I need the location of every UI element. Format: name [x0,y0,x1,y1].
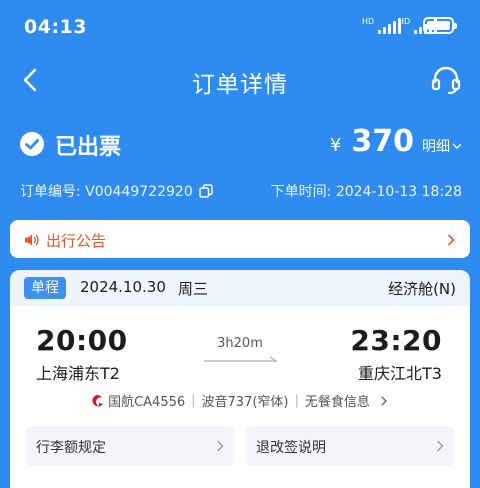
baggage-rules-label: 行李额规定 [36,440,106,456]
arrival-airport: 重庆江北T3 [358,364,442,383]
nav-bar: 订单详情 [0,56,480,104]
travel-notice-label: 出行公告 [46,232,107,250]
chevron-right-icon [381,395,387,406]
order-number-text: 订单编号: V00449722920 [20,184,193,200]
currency-symbol: ¥ [329,135,342,156]
price-detail-link[interactable]: 明细 [422,136,462,156]
meal-info: 无餐食信息 [304,395,370,410]
ticket-status: 已出票 [55,135,122,160]
chevron-down-icon [452,143,462,149]
chevron-right-icon [444,232,458,246]
flight-card-header: 单程 2024.10.30 周三 经济舱(N) [10,270,470,306]
flight-info-row[interactable]: 国航CA4556 | 波音737(窄体) | 无餐食信息 [10,391,470,410]
check-circle-icon [20,132,44,156]
baggage-rules-button[interactable]: 行李额规定 [26,426,234,466]
refund-change-rules-button[interactable]: 退改签说明 [246,426,454,466]
duration-arrow-icon [204,356,278,362]
speaker-icon [24,232,40,246]
order-number: 订单编号: V00449722920 [20,181,213,201]
flight-date: 2024.10.30 [80,278,166,296]
price-amount: 370 [351,124,414,159]
page-title: 订单详情 [192,72,288,98]
refund-change-rules-label: 退改签说明 [256,440,326,456]
departure-airport: 上海浦东T2 [36,364,120,383]
airline-flight-number: 国航CA4556 [108,395,186,410]
travel-notice-bar[interactable]: 出行公告 [10,220,470,258]
status-bar: 04:13 HD HD [0,0,480,56]
headset-icon[interactable] [428,62,464,98]
chevron-right-icon [434,439,446,453]
info-divider: | [294,393,299,408]
price-block: ¥ 370 明细 [330,124,462,164]
status-time: 04:13 [24,16,87,38]
flight-weekday: 周三 [178,280,209,298]
info-divider: | [191,393,196,408]
cabin-class: 经济舱(N) [388,280,456,298]
trip-type-badge: 单程 [24,277,66,299]
arrival-time: 23:20 [350,324,442,357]
signal-icon: HD [362,18,402,34]
flight-card: 单程 2024.10.30 周三 经济舱(N) 20:00 上海浦东T2 3h2… [10,270,470,488]
order-status-row: 已出票 ¥ 370 明细 [0,124,480,164]
copy-icon[interactable] [199,184,213,198]
aircraft-type: 波音737(窄体) [201,395,289,410]
airline-logo-icon [92,394,104,407]
price-detail-label: 明细 [422,139,450,155]
battery-icon [423,17,457,34]
departure-time: 20:00 [36,324,128,357]
order-meta: 订单编号: V00449722920 下单时间: 2024-10-13 18:2… [0,178,480,202]
order-time: 下单时间: 2024-10-13 18:28 [270,184,462,200]
chevron-right-icon [214,439,226,453]
flight-duration: 3h20m [217,336,263,351]
